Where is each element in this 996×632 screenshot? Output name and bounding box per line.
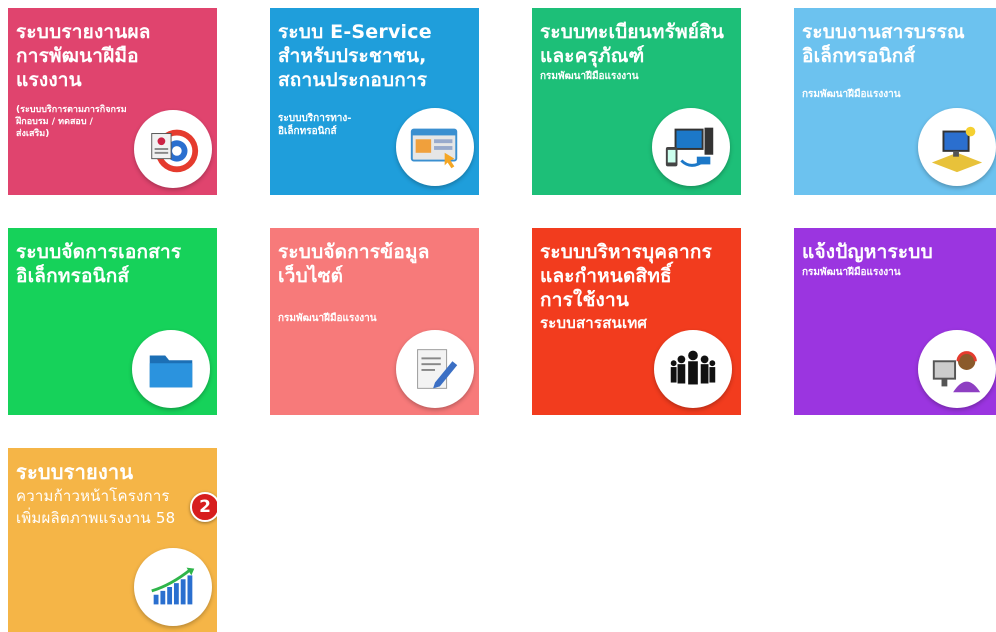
tile-document-management[interactable]: ระบบจัดการเอกสาร อิเล็กทรอนิกส์ [8, 228, 217, 415]
tile-subtitle: กรมพัฒนาฝีมือแรงงาน [278, 313, 377, 324]
tile-labor-productivity-report[interactable]: ระบบรายงาน ความก้าวหน้าโครงการ เพิ่มผลิตภ… [8, 448, 217, 632]
tile-title: ระบบ E-Service สำหรับประชาชน, สถานประกอบกา… [278, 21, 432, 91]
folder-icon [132, 330, 210, 408]
tile-title: ระบบจัดการเอกสาร อิเล็กทรอนิกส์ [16, 241, 182, 287]
computer-desk-icon [918, 108, 996, 186]
tile-website-management[interactable]: ระบบจัดการข้อมูล เว็บไซต์ กรมพัฒนาฝีมือแร… [270, 228, 479, 415]
support-agent-icon [918, 330, 996, 408]
devices-icon [652, 108, 730, 186]
tile-title: ระบบบริหารบุคลากร และกำหนดสิทธิ์ การใช้งาน… [540, 241, 712, 332]
tile-title: ระบบจัดการข้อมูล เว็บไซต์ [278, 241, 430, 287]
tile-e-service[interactable]: ระบบ E-Service สำหรับประชาชน, สถานประกอบกา… [270, 8, 479, 195]
notification-badge: 2 [190, 492, 217, 522]
target-report-icon [134, 110, 212, 188]
tile-skill-development-report[interactable]: ระบบรายงานผล การพัฒนาฝีมือ แรงงาน (ระบบบริ… [8, 8, 217, 195]
growth-chart-icon [134, 548, 212, 626]
people-group-icon [654, 330, 732, 408]
web-service-icon [396, 108, 474, 186]
tile-subtitle: ความก้าวหน้าโครงการ เพิ่มผลิตภาพแรงงาน 58 [16, 487, 176, 527]
tile-subtitle: กรมพัฒนาฝีมือแรงงาน [540, 71, 639, 82]
tile-asset-registry[interactable]: ระบบทะเบียนทรัพย์สิน และครุภัณฑ์ กรมพัฒนา… [532, 8, 741, 195]
tile-subtitle: กรมพัฒนาฝีมือแรงงาน [802, 89, 901, 100]
tile-title: ระบบงานสารบรรณ อิเล็กทรอนิกส์ [802, 21, 965, 67]
tile-title: ระบบรายงาน [16, 460, 134, 484]
tile-personnel-management[interactable]: ระบบบริหารบุคลากร และกำหนดสิทธิ์ การใช้งาน… [532, 228, 741, 415]
edit-document-icon [396, 330, 474, 408]
tile-title: ระบบทะเบียนทรัพย์สิน และครุภัณฑ์ [540, 21, 725, 67]
tile-report-problem[interactable]: แจ้งปัญหาระบบ กรมพัฒนาฝีมือแรงงาน [794, 228, 996, 415]
tile-e-document-system[interactable]: ระบบงานสารบรรณ อิเล็กทรอนิกส์ กรมพัฒนาฝีม… [794, 8, 996, 195]
tile-title: ระบบรายงานผล การพัฒนาฝีมือ แรงงาน [16, 21, 151, 91]
tile-subtitle: กรมพัฒนาฝีมือแรงงาน [802, 267, 901, 278]
tile-title: แจ้งปัญหาระบบ [802, 241, 933, 263]
